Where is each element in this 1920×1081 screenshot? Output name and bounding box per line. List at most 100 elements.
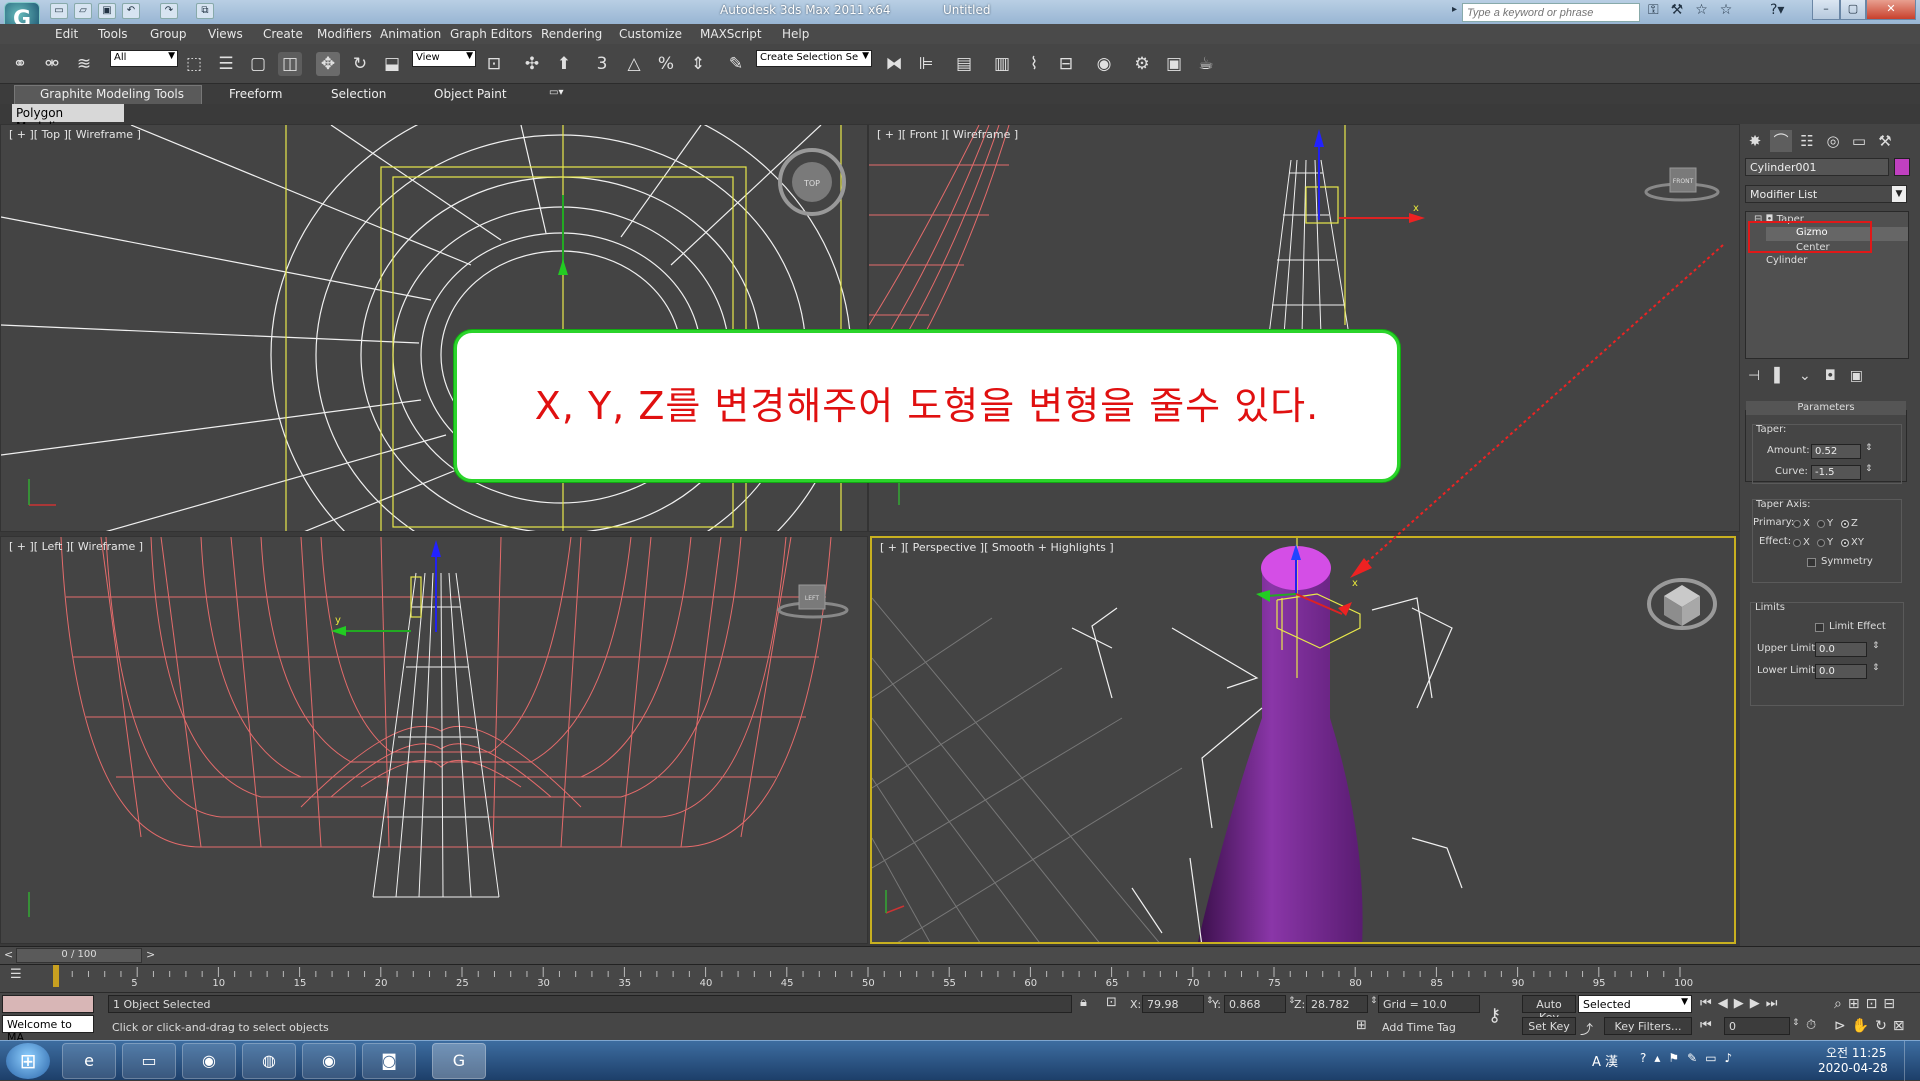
rotate-icon[interactable]: ↻ [348,52,372,76]
create-panel-icon[interactable]: ✸ [1744,130,1766,152]
y-coordinate-field[interactable]: 0.868 [1224,995,1286,1013]
search-expand-icon[interactable]: ▸ [1452,4,1460,20]
primary-y-radio[interactable] [1817,520,1825,528]
time-prev-icon[interactable]: < [4,948,13,961]
chrome-profile-icon[interactable]: ◉ [302,1043,356,1079]
help-icon[interactable]: ?▾ [1770,2,1798,22]
align-icon[interactable]: ⊫ [914,52,938,76]
schematic-view-icon[interactable]: ⊟ [1054,52,1078,76]
chrome-icon[interactable]: ◉ [182,1043,236,1079]
clock-time[interactable]: 오전 11:25 [1826,1044,1886,1061]
key-mode-dropdown[interactable]: Selected ▼ [1578,995,1692,1013]
viewcube-front[interactable]: FRONT [1644,167,1720,202]
move-icon[interactable]: ✥ [316,52,340,76]
effect-x-radio[interactable] [1793,539,1801,547]
auto-key-button[interactable]: Auto Key [1522,995,1576,1024]
kairos-app-icon[interactable]: ◍ [242,1043,296,1079]
key-icon[interactable]: ⚷ [1488,1005,1501,1026]
amount-spinner-arrows[interactable]: ⇕ [1865,443,1873,453]
graphite-toggle-icon[interactable]: ▥ [990,52,1014,76]
menu-graph-editors[interactable]: Graph Editors [450,27,532,41]
maximize-button[interactable]: ▢ [1840,0,1866,20]
object-name-field[interactable]: Cylinder001 [1745,158,1889,176]
stack-item-cylinder[interactable]: Cylinder [1766,255,1807,266]
angle-snap-icon[interactable]: △ [622,52,646,76]
menu-tools[interactable]: Tools [98,27,128,41]
track-bar[interactable]: ☰ 5 10 15 20 25 30 35 40 45 50 55 60 65 70 75 80 85 90 95 1… [0,964,1920,992]
set-key-icon[interactable]: ⤴ [1580,1019,1593,1038]
infocenter-icons[interactable]: ⚿⚒☆☆ [1648,2,1768,22]
z-spinner-arrows[interactable]: ⇕ [1370,996,1378,1006]
search-input[interactable] [1462,3,1640,22]
time-slider-thumb[interactable]: 0 / 100 [16,948,142,963]
menu-animation[interactable]: Animation [380,27,441,41]
rendered-frame-icon[interactable]: ▣ [1162,52,1186,76]
edit-named-selection-icon[interactable]: ✎ [724,52,748,76]
unlink-icon[interactable]: ⚮ [40,52,64,76]
ime-indicator[interactable]: A 漢 [1592,1051,1618,1070]
menu-views[interactable]: Views [208,27,243,41]
key-filters-button[interactable]: Key Filters... [1604,1017,1692,1035]
rectangular-selection-icon[interactable]: ▢ [246,52,270,76]
motion-panel-icon[interactable]: ◎ [1822,130,1844,152]
menu-group[interactable]: Group [150,27,187,41]
object-color-swatch[interactable] [1894,158,1910,176]
redo-icon[interactable]: ↷ [160,3,178,19]
minimize-button[interactable]: – [1812,0,1840,20]
lock-icon[interactable]: 🔒︎ [1080,995,1087,1010]
pivot-center-icon[interactable]: ⊡ [482,52,506,76]
viewport-left[interactable]: y LEFT [ + ][ Left ][ Wireframe ] [0,536,868,944]
curve-spinner[interactable]: -1.5 [1811,465,1861,480]
polygon-modeling-panel[interactable]: Polygon Modeling [12,104,124,134]
utilities-panel-icon[interactable]: ⚒ [1874,130,1896,152]
z-coordinate-field[interactable]: 28.782 [1306,995,1368,1013]
key-mode-toggle-icon[interactable]: ⏮ [1700,1018,1712,1033]
scale-icon[interactable]: ⬓ [380,52,404,76]
spinner-snap-icon[interactable]: ⇕ [686,52,710,76]
open-folder-icon[interactable]: ▱ [74,3,92,19]
new-file-icon[interactable]: ▭ [50,3,68,19]
menu-rendering[interactable]: Rendering [541,27,602,41]
menu-customize[interactable]: Customize [619,27,682,41]
mirror-icon[interactable]: ⧓ [882,52,906,76]
upper-limit-spinner[interactable]: 0.0 [1815,642,1867,657]
hierarchy-panel-icon[interactable]: ☷ [1796,130,1818,152]
viewport-left-label[interactable]: [ + ][ Left ][ Wireframe ] [9,540,143,553]
upper-limit-arrows[interactable]: ⇕ [1872,641,1880,651]
curve-spinner-arrows[interactable]: ⇕ [1865,464,1873,474]
render-setup-icon[interactable]: ⚙ [1130,52,1154,76]
tab-selection[interactable]: Selection [331,87,386,101]
maxscript-listener-mini[interactable] [2,995,94,1013]
render-production-icon[interactable]: ☕ [1194,52,1218,76]
mini-curve-editor-icon[interactable]: ☰ [10,967,22,982]
amount-spinner[interactable]: 0.52 [1811,444,1861,459]
menu-edit[interactable]: Edit [55,27,78,41]
material-editor-icon[interactable]: ◉ [1092,52,1116,76]
tab-freeform[interactable]: Freeform [229,87,282,101]
display-panel-icon[interactable]: ▭ [1848,130,1870,152]
set-key-button[interactable]: Set Key [1522,1017,1576,1035]
effect-xy-radio[interactable] [1841,539,1849,547]
system-tray-icons[interactable]: ?▴⚑✎▭♪ [1640,1051,1740,1065]
3dsmax-taskbar-icon[interactable]: G [432,1043,486,1079]
menu-help[interactable]: Help [782,27,809,41]
select-object-icon[interactable]: ⬚ [182,52,206,76]
maxscript-listener[interactable]: Welcome to MA [2,1015,94,1044]
viewcube-left[interactable]: LEFT [777,584,849,619]
time-next-icon[interactable]: > [146,948,155,961]
limit-effect-checkbox[interactable] [1815,623,1824,632]
show-desktop-button[interactable] [1904,1041,1920,1081]
select-link-icon[interactable]: ⚭ [8,52,32,76]
stack-tools-icons[interactable]: ⊣▌⌄◘▣ [1748,368,1908,388]
layer-manager-icon[interactable]: ▤ [952,52,976,76]
ribbon-options-icon[interactable]: ▭▾ [549,87,563,98]
effect-y-radio[interactable] [1817,539,1825,547]
start-button[interactable]: ⊞ [6,1043,50,1079]
absolute-mode-icon[interactable]: ⊡ [1106,995,1117,1010]
viewport-perspective-label[interactable]: [ + ][ Perspective ][ Smooth + Highlight… [880,541,1114,554]
viewcube-top[interactable]: TOP [778,148,846,216]
reference-coordinate-dropdown[interactable]: View ▼ [412,50,476,67]
named-selection-dropdown[interactable]: Create Selection Se ▼ [756,50,872,67]
internet-explorer-icon[interactable]: e [62,1043,116,1079]
snaps-toggle-icon[interactable]: 3 [590,52,614,76]
